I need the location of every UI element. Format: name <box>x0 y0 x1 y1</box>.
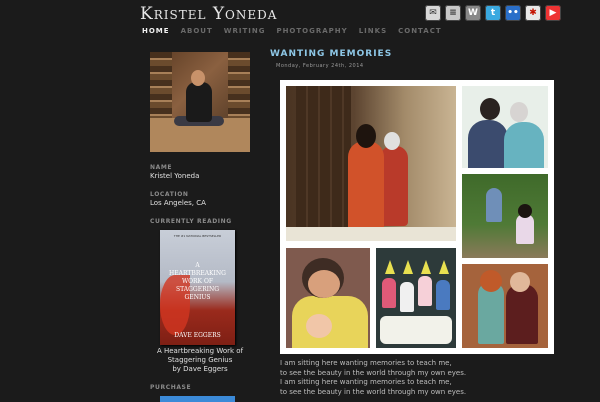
nav-home[interactable]: HOME <box>142 27 170 35</box>
book-cover-author: DAVE EGGERS <box>174 332 221 339</box>
flickr-icon[interactable]: •• <box>505 5 521 21</box>
post-line: I am sitting here wanting memories to te… <box>280 359 452 367</box>
nav-about[interactable]: ABOUT <box>181 27 213 35</box>
social-icons: ✉ ≡ W t •• ✱ ▶ <box>425 5 561 21</box>
main-nav: HOME ABOUT WRITING PHOTOGRAPHY LINKS CON… <box>142 27 442 35</box>
book-cover-header: THE #1 NATIONAL BESTSELLER <box>173 234 222 238</box>
name-label: NAME <box>150 164 173 171</box>
currently-reading-label: CURRENTLY READING <box>150 218 232 225</box>
book-cover[interactable]: THE #1 NATIONAL BESTSELLER A HEARTBREAKI… <box>160 230 235 345</box>
photo-collage <box>280 80 554 354</box>
post-title[interactable]: WANTING MEMORIES <box>270 49 392 59</box>
site-logo[interactable]: Kristel Yoneda <box>140 4 277 24</box>
post-line: I am sitting here wanting memories to te… <box>280 378 452 386</box>
mail-icon[interactable]: ✉ <box>425 5 441 21</box>
post-line: to see the beauty in the world through m… <box>280 387 467 396</box>
book-caption-title[interactable]: A Heartbreaking Work of Staggering Geniu… <box>145 347 255 365</box>
photo-couple-at-table[interactable] <box>286 86 456 241</box>
nav-contact[interactable]: CONTACT <box>398 27 442 35</box>
post-body: I am sitting here wanting memories to te… <box>280 359 466 397</box>
nav-writing[interactable]: WRITING <box>224 27 266 35</box>
photo-birthday-party[interactable] <box>376 248 456 348</box>
youtube-icon[interactable]: ▶ <box>545 5 561 21</box>
profile-photo <box>150 52 250 152</box>
wordpress-icon[interactable]: W <box>465 5 481 21</box>
twitter-icon[interactable]: t <box>485 5 501 21</box>
post-date: Monday, February 24th, 2014 <box>276 63 364 69</box>
book-cover-title: A HEARTBREAKING WORK OF STAGGERING GENIU… <box>169 262 226 301</box>
location-label: LOCATION <box>150 191 189 198</box>
blog-icon[interactable]: ≡ <box>445 5 461 21</box>
yelp-icon[interactable]: ✱ <box>525 5 541 21</box>
photo-garden-kids[interactable] <box>462 174 548 258</box>
purchase-label: PURCHASE <box>150 384 192 391</box>
photo-woman-with-baby[interactable] <box>286 248 370 348</box>
book-caption-author: by Dave Eggers <box>172 365 228 373</box>
nav-links[interactable]: LINKS <box>359 27 387 35</box>
post-line: to see the beauty in the world through m… <box>280 368 467 377</box>
photo-two-women[interactable] <box>462 86 548 168</box>
nav-photography[interactable]: PHOTOGRAPHY <box>276 27 347 35</box>
book-caption: A Heartbreaking Work of Staggering Geniu… <box>145 347 255 374</box>
photo-couple-embrace[interactable] <box>462 264 548 348</box>
location-value: Los Angeles, CA <box>150 199 206 207</box>
purchase-button[interactable] <box>160 396 235 402</box>
name-value: Kristel Yoneda <box>150 172 200 180</box>
